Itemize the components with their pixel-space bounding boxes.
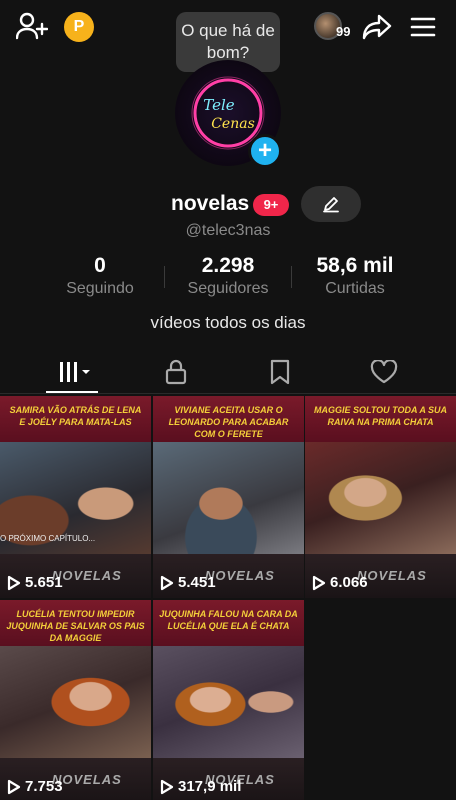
- username-badge[interactable]: 9+: [253, 194, 289, 216]
- view-count: 317,9 mil: [160, 778, 241, 795]
- active-tab-indicator: [46, 391, 98, 393]
- video-caption: Lucélia tentou impedir Juquinha de salva…: [0, 600, 151, 646]
- stat-likes[interactable]: 58,6 mil Curtidas: [305, 254, 405, 298]
- stat-value: 58,6 mil: [316, 254, 394, 277]
- view-count: 6.066: [312, 574, 368, 591]
- video-thumbnail: [305, 442, 456, 554]
- stat-value: 0: [94, 254, 106, 277]
- notification-avatar[interactable]: 99: [312, 10, 356, 44]
- play-icon: [7, 575, 21, 590]
- username: novelas: [171, 192, 250, 215]
- add-story-button[interactable]: +: [248, 134, 282, 168]
- view-count: 5.451: [160, 574, 216, 591]
- video-tile[interactable]: Juquinha falou na cara da Lucélia que el…: [153, 600, 304, 800]
- bookmark-icon: [270, 359, 290, 385]
- video-overlay-text: O PRÓXIMO CAPÍTULO...: [0, 534, 96, 543]
- name-row: novelas 9+: [0, 186, 456, 222]
- profile-bio: vídeos todos os dias: [150, 313, 306, 332]
- profile-tabs: [0, 350, 456, 394]
- view-count-value: 5.451: [178, 574, 216, 591]
- stat-label: Seguidores: [187, 280, 269, 297]
- video-caption: Samira vão atrás de Lena e Joély para ma…: [0, 396, 151, 442]
- avatar-text-line1: Tele: [203, 96, 235, 114]
- video-caption: Maggie soltou toda a sua raiva na prima …: [305, 396, 456, 442]
- tab-videos[interactable]: [44, 350, 104, 394]
- stat-following[interactable]: 0 Seguindo: [50, 254, 150, 298]
- stat-divider: [164, 266, 165, 288]
- profile-stats: 0 Seguindo 2.298 Seguidores 58,6 mil Cur…: [0, 254, 456, 304]
- play-icon: [160, 575, 174, 590]
- stat-label: Curtidas: [325, 280, 385, 297]
- view-count: 7.753: [7, 778, 63, 795]
- video-tile[interactable]: Lucélia tentou impedir Juquinha de salva…: [0, 600, 151, 800]
- heart-icon: [370, 360, 398, 384]
- tab-private[interactable]: [146, 350, 206, 394]
- play-icon: [312, 575, 326, 590]
- video-caption: Juquinha falou na cara da Lucélia que el…: [153, 600, 304, 646]
- pencil-icon: [323, 197, 339, 213]
- stat-label: Seguindo: [66, 280, 134, 297]
- view-count-value: 6.066: [330, 574, 368, 591]
- menu-icon[interactable]: [406, 10, 440, 44]
- view-count-value: 7.753: [25, 778, 63, 795]
- tab-liked[interactable]: [354, 350, 414, 394]
- tab-saved[interactable]: [250, 350, 310, 394]
- view-count-value: 317,9 mil: [178, 778, 242, 795]
- add-friend-icon[interactable]: [14, 10, 50, 42]
- share-icon[interactable]: [360, 10, 394, 44]
- view-count: 5.651: [7, 574, 63, 591]
- avatar-text-line2: Cenas: [211, 116, 255, 132]
- notification-count: 99: [336, 24, 351, 39]
- edit-profile-button[interactable]: [301, 186, 361, 222]
- coin-icon[interactable]: P: [64, 12, 94, 42]
- video-thumbnail: [153, 442, 304, 554]
- video-thumbnail: [153, 646, 304, 758]
- video-tile[interactable]: Samira vão atrás de Lena e Joély para ma…: [0, 396, 151, 598]
- video-tile[interactable]: Viviane aceita usar o Leonardo para acab…: [153, 396, 304, 598]
- video-caption: Viviane aceita usar o Leonardo para acab…: [153, 396, 304, 442]
- play-icon: [160, 779, 174, 794]
- lock-icon: [165, 359, 187, 385]
- play-icon: [7, 779, 21, 794]
- stat-divider: [291, 266, 292, 288]
- user-handle: @telec3nas: [185, 222, 271, 239]
- video-tile[interactable]: Maggie soltou toda a sua raiva na prima …: [305, 396, 456, 598]
- view-count-value: 5.651: [25, 574, 63, 591]
- stat-value: 2.298: [201, 254, 255, 277]
- video-thumbnail: [0, 646, 151, 758]
- videos-grid-icon: [60, 362, 90, 382]
- stat-followers[interactable]: 2.298 Seguidores: [178, 254, 278, 298]
